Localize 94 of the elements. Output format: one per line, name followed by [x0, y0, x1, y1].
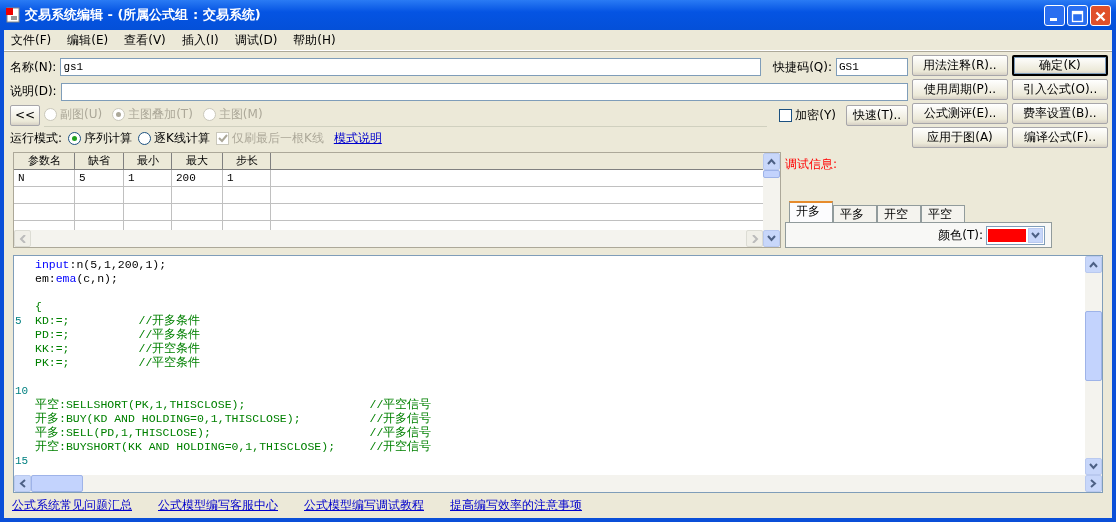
color-label: 颜色(T):	[938, 226, 983, 244]
window-title: 交易系统编辑 - (所属公式组 : 交易系统)	[25, 6, 262, 24]
help-link[interactable]: 公式模型编写客服中心	[158, 497, 278, 513]
signal-tab[interactable]: 开多	[789, 201, 833, 222]
radio-button[interactable]	[138, 131, 152, 145]
scroll-down-button[interactable]	[763, 230, 780, 247]
description-label: 说明(D):	[10, 83, 57, 100]
scroll-up-button[interactable]	[763, 153, 780, 170]
code-editor[interactable]	[13, 255, 1103, 493]
scroll-down-button[interactable]	[1085, 458, 1102, 475]
checkbox[interactable]	[779, 108, 793, 122]
shortcut-field[interactable]: GS1	[836, 58, 908, 76]
help-link[interactable]: 公式系统常见问题汇总	[12, 497, 132, 513]
radio-button[interactable]	[68, 131, 82, 145]
chevron-left-icon	[18, 234, 27, 243]
menu-item[interactable]: 文件(F)	[10, 31, 53, 49]
menu-item[interactable]: 调试(D)	[233, 31, 279, 49]
run-mode-label: 运行模式:	[10, 129, 63, 147]
maximize-button[interactable]	[1067, 4, 1088, 26]
code-line: input:n(5,1,200,1);	[35, 258, 167, 272]
column-header[interactable]: 最大	[172, 153, 223, 170]
signal-tab[interactable]: 平空	[921, 205, 965, 222]
chevron-up-icon	[767, 158, 776, 165]
chevron-left-icon	[19, 479, 26, 488]
checkbox-label: 加密(Y)	[795, 106, 836, 124]
scroll-right-button[interactable]	[1085, 475, 1102, 492]
column-header[interactable]: 缺省	[75, 153, 124, 170]
minimize-icon	[1050, 17, 1057, 21]
table-cell: 5	[75, 170, 124, 187]
action-button[interactable]: 使用周期(P)..	[912, 79, 1008, 100]
shortcut-label: 快捷码(Q):	[773, 58, 832, 76]
column-header[interactable]: 最小	[124, 153, 172, 170]
vertical-scrollbar[interactable]	[1085, 256, 1102, 475]
debug-info-label: 调试信息:	[785, 156, 838, 173]
scroll-thumb[interactable]	[1085, 311, 1102, 382]
menu-item[interactable]: 查看(V)	[123, 31, 167, 49]
line-number: 5	[15, 315, 22, 327]
code-line: 开空:BUYSHORT(KK AND HOLDING=0,1,THISCLOSE); //开空信号	[35, 440, 432, 454]
document-icon	[5, 7, 21, 23]
code-line: {	[35, 300, 42, 314]
menu-item[interactable]: 帮助(H)	[292, 31, 337, 49]
chevron-down-icon	[1089, 463, 1098, 470]
name-field[interactable]: gs1	[60, 58, 762, 76]
scroll-thumb[interactable]	[763, 170, 780, 178]
quick-button[interactable]: 快速(T)..	[846, 104, 908, 126]
table-cell: 1	[124, 170, 172, 187]
code-line: 平多:SELL(PD,1,THISCLOSE); //平多信号	[35, 426, 432, 440]
description-field[interactable]	[60, 82, 908, 101]
vertical-scrollbar[interactable]	[763, 153, 780, 247]
horizontal-scrollbar[interactable]	[14, 475, 1102, 492]
code-line: em:ema(c,n);	[35, 272, 118, 286]
action-button[interactable]: 编译公式(F)..	[1012, 127, 1108, 148]
dropdown-button[interactable]	[1028, 227, 1043, 243]
action-button[interactable]: 确定(K)	[1012, 55, 1108, 76]
code-line: 平空:SELLSHORT(PK,1,THISCLOSE); //平空信号	[35, 398, 432, 412]
code-line: PD:=; //平多条件	[35, 328, 201, 342]
mode-help-link[interactable]: 模式说明	[333, 129, 382, 147]
chevron-up-icon	[1089, 261, 1098, 268]
action-button[interactable]: 用法注释(R)..	[912, 55, 1008, 76]
name-label: 名称(N):	[10, 58, 57, 76]
code-line: PK:=; //平空条件	[35, 356, 201, 370]
code-line: 开多:BUY(KD AND HOLDING=0,1,THISCLOSE); //开多信号	[35, 412, 432, 426]
help-link[interactable]: 提高编写效率的注意事项	[450, 497, 582, 513]
caret-icon	[1031, 231, 1040, 239]
table-cell: N	[14, 170, 75, 187]
action-button[interactable]: 引入公式(O)..	[1012, 79, 1108, 100]
menu-item[interactable]: 插入(I)	[180, 31, 220, 49]
action-button[interactable]: 公式测评(E)..	[912, 103, 1008, 124]
radio-label: 序列计算	[84, 129, 133, 147]
chevron-right-icon	[1090, 479, 1097, 488]
column-header[interactable]: 参数名	[14, 153, 75, 170]
line-number: 15	[15, 455, 29, 467]
code-line: KK:=; //开空条件	[35, 342, 201, 356]
scroll-thumb[interactable]	[31, 475, 83, 492]
chevron-down-icon	[767, 235, 776, 242]
action-button[interactable]: 应用于图(A)	[912, 127, 1008, 148]
radio-label: 逐K线计算	[154, 129, 210, 147]
column-header[interactable]: 步长	[223, 153, 271, 170]
table-cell: 200	[172, 170, 223, 187]
scroll-up-button[interactable]	[1085, 256, 1102, 273]
close-button[interactable]	[1090, 4, 1111, 26]
collapse-button[interactable]: <<	[10, 104, 40, 126]
minimize-button[interactable]	[1044, 4, 1065, 26]
signal-tab[interactable]: 开空	[877, 205, 921, 222]
help-link[interactable]: 公式模型编写调试教程	[304, 497, 424, 513]
chevron-right-icon	[750, 234, 759, 243]
table-cell: 1	[223, 170, 271, 187]
action-button[interactable]: 费率设置(B)..	[1012, 103, 1108, 124]
color-dropdown[interactable]	[986, 225, 1045, 245]
signal-tab[interactable]: 平多	[833, 205, 877, 222]
code-line: KD:=; //开多条件	[35, 314, 201, 328]
scroll-left-button[interactable]	[14, 475, 31, 492]
menu-item[interactable]: 编辑(E)	[66, 31, 110, 49]
line-number: 10	[15, 385, 29, 397]
